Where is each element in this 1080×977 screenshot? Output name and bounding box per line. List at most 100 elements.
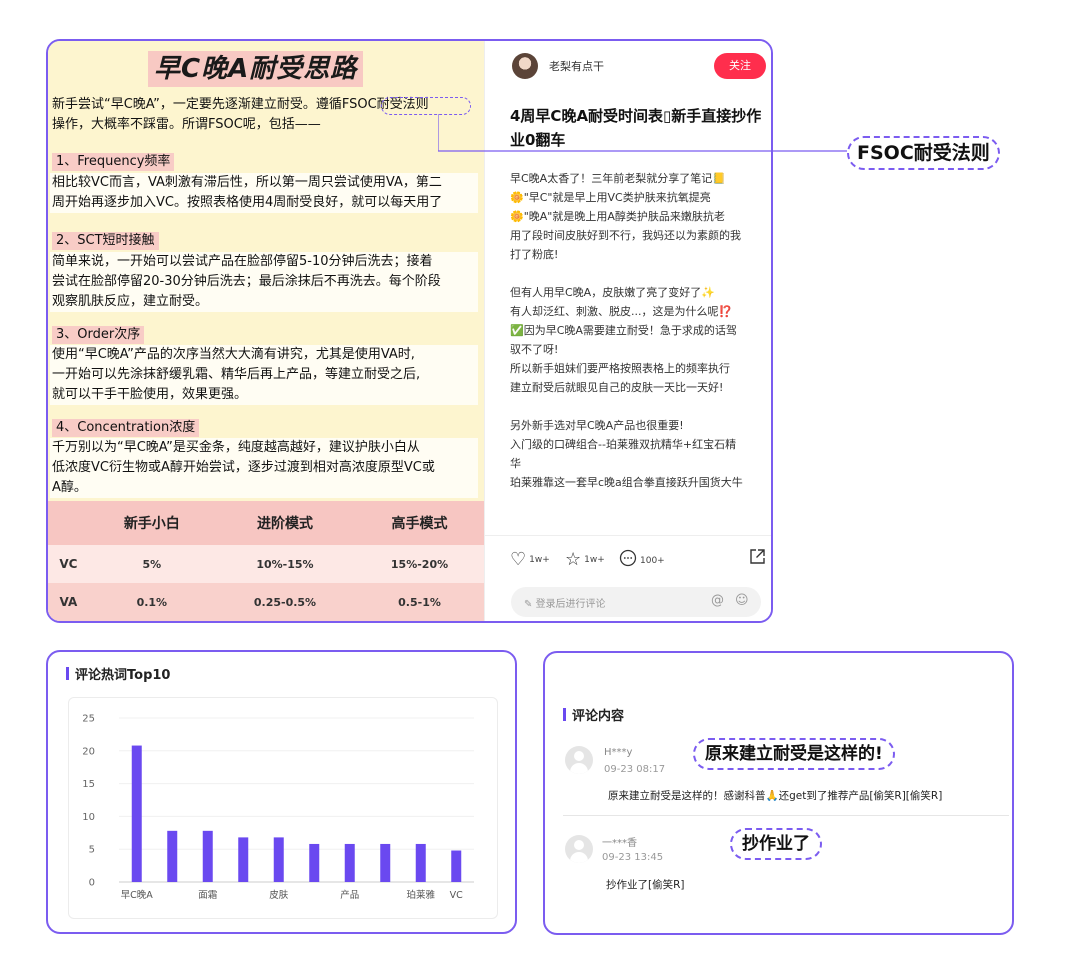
- post-body-line: 珀莱雅靠这一套早c晚a组合拳直接跃升国货大牛: [510, 476, 743, 489]
- chart-bar: [309, 843, 320, 882]
- comments-title-text: 评论内容: [572, 709, 625, 724]
- section-line: 使用“早C晚A”产品的次序当然大大滴有讲究，尤其是使用VA时,: [52, 347, 415, 362]
- table-cell: VA: [48, 583, 89, 621]
- comment-placeholder-text: 登录后进行评论: [535, 599, 606, 610]
- chart-bar: [451, 850, 462, 882]
- post-body-line: 打了粉底!: [510, 248, 559, 261]
- table-cell: VC: [48, 545, 89, 583]
- divider: [563, 815, 1009, 816]
- comment-placeholder: ✎ 登录后进行评论: [524, 599, 606, 610]
- comment-input[interactable]: ✎ 登录后进行评论 @ ☺: [511, 587, 761, 617]
- divider: [485, 535, 771, 536]
- y-tick-label: 25: [82, 714, 95, 725]
- post-title-line: 4周早C晚A耐受时间表▯新手直接抄作: [510, 107, 762, 125]
- chart-title-text: 评论热词Top10: [75, 668, 171, 683]
- x-tick-label: 早C晚A: [121, 890, 154, 901]
- concentration-table: 新手小白 进阶模式 高手模式 VC 5% 10%-15% 15%-20% VA …: [48, 501, 484, 621]
- table-header-row: 新手小白 进阶模式 高手模式: [48, 501, 484, 545]
- post-body-line: 所以新手姐妹们要严格按照表格上的频率执行: [510, 362, 730, 375]
- collect-button[interactable]: ☆ 1w+: [565, 549, 605, 570]
- section-line: A醇。: [52, 480, 87, 495]
- comment-date: 09-23 08:17: [604, 764, 666, 775]
- section-body-frequency: 相比较VC而言，VA刺激有滞后性，所以第一周只尝试使用VA，第二 周开始再逐步加…: [50, 173, 478, 213]
- y-tick-label: 5: [89, 845, 95, 856]
- follow-button[interactable]: 关注: [714, 53, 766, 79]
- chart-bar: [380, 843, 391, 882]
- table-row: VA 0.1% 0.25-0.5% 0.5-1%: [48, 583, 484, 621]
- comment-highlight-bubble: 抄作业了: [730, 828, 822, 860]
- post-body-spacer: [510, 397, 768, 416]
- section-head-frequency: 1、Frequency频率: [52, 153, 175, 171]
- section-body-order: 使用“早C晚A”产品的次序当然大大滴有讲究，尤其是使用VA时, 一开始可以先涂抹…: [50, 345, 478, 405]
- title-accent-bar: [66, 667, 69, 680]
- post-body-line: 🌼"早C"就是早上用VC类护肤来抗氧提亮: [510, 191, 711, 204]
- section-line: 尝试在脸部停留20-30分钟后洗去；最后涂抹后不再洗去。每个阶段: [52, 274, 441, 289]
- table-cell: 5%: [88, 545, 215, 583]
- table-cell: 15%-20%: [355, 545, 484, 583]
- post-body-line: ✅因为早C晚A需要建立耐受！急于求成的话驾: [510, 324, 737, 337]
- x-tick-label: 皮肤: [269, 889, 289, 901]
- section-head-order: 3、Order次序: [52, 326, 145, 344]
- post-body-line: 但有人用早C晚A，皮肤嫩了亮了变好了✨: [510, 286, 715, 299]
- comment-button[interactable]: 100+: [619, 549, 665, 572]
- x-tick-label: 产品: [340, 889, 359, 901]
- table-header-cell: 高手模式: [355, 501, 484, 545]
- comment-bubble-icon: [619, 549, 637, 572]
- author-avatar[interactable]: [512, 53, 538, 79]
- comment-text: 抄作业了[偷笑R]: [606, 879, 685, 891]
- post-detail-panel: 老梨有点干 关注 4周早C晚A耐受时间表▯新手直接抄作 业0翻车 早C晚A太香了…: [484, 41, 771, 621]
- post-title-line: 业0翻车: [510, 131, 566, 149]
- section-line: 周开始再逐步加入VC。按照表格使用4周耐受良好，就可以每天用了: [52, 195, 443, 210]
- y-tick-label: 10: [82, 812, 95, 823]
- star-icon: ☆: [565, 549, 582, 570]
- section-line: 就可以干手干脸使用，效果更强。: [52, 387, 248, 402]
- post-card: 早C晚A耐受思路 新手尝试“早C晚A”，一定要先逐渐建立耐受。遵循FSOC耐受法…: [46, 39, 773, 623]
- comment-user[interactable]: 一***香: [602, 834, 637, 849]
- chart-bar: [131, 745, 142, 882]
- chart-bar: [167, 830, 178, 882]
- post-body-spacer: [510, 264, 768, 283]
- comment-user[interactable]: H***y: [604, 747, 632, 758]
- bar-chart: 0 5 10 15 20 25 早C晚A 面霜 皮肤 产品 珀莱雅 VC: [82, 714, 474, 901]
- comments-section-title: 评论内容: [563, 705, 624, 724]
- section-body-concentration: 千万别以为“早C晚A”是买金条，纯度越高越好，建议护肤小白从 低浓度VC衍生物或…: [50, 438, 478, 498]
- post-body-line: 有人却泛红、刺激、脱皮...，这是为什么呢⁉️: [510, 305, 733, 318]
- hot-words-card: 评论热词Top10 0 5 10 15 20 25 早C晚A 面霜 皮肤 产品 珀莱雅 VC: [46, 650, 517, 934]
- section-line: 千万别以为“早C晚A”是买金条，纯度越高越好，建议护肤小白从: [52, 440, 420, 455]
- chart-container: 0 5 10 15 20 25 早C晚A 面霜 皮肤 产品 珀莱雅 VC: [68, 697, 498, 919]
- author-name[interactable]: 老梨有点干: [549, 58, 604, 74]
- table-cell: 0.25-0.5%: [214, 583, 356, 621]
- comments-card: 评论内容 H***y 09-23 08:17 原来建立耐受是这样的! 原来建立耐…: [543, 651, 1014, 935]
- chart-bar: [273, 837, 284, 882]
- collect-count: 1w+: [584, 554, 605, 565]
- at-icon[interactable]: @: [711, 593, 724, 608]
- y-tick-label: 15: [82, 779, 95, 790]
- table-header-cell: [48, 501, 89, 545]
- table-header-cell: 新手小白: [88, 501, 215, 545]
- avatar[interactable]: [565, 746, 593, 774]
- post-body-line: 建立耐受后就眼见自己的皮肤一天比一天好!: [510, 381, 724, 394]
- section-line: 简单来说，一开始可以尝试产品在脸部停留5-10分钟后洗去；接着: [52, 254, 433, 269]
- fsoc-highlight-marker: [381, 97, 471, 115]
- emoji-icon[interactable]: ☺: [735, 593, 749, 608]
- share-icon[interactable]: [749, 548, 766, 570]
- post-body-line: 驭不了呀!: [510, 343, 559, 356]
- like-count: 1w+: [529, 554, 550, 565]
- fsoc-callout-bubble: FSOC耐受法则: [847, 136, 1000, 170]
- chart-bar: [238, 837, 249, 882]
- avatar[interactable]: [565, 835, 593, 863]
- post-body: 早C晚A太香了！三年前老梨就分享了笔记📒 🌼"早C"就是早上用VC类护肤来抗氧提…: [510, 169, 768, 525]
- chart-section-title: 评论热词Top10: [66, 664, 170, 683]
- note-image[interactable]: 早C晚A耐受思路 新手尝试“早C晚A”，一定要先逐渐建立耐受。遵循FSOC耐受法…: [48, 41, 484, 621]
- section-line: 低浓度VC衍生物或A醇开始尝试，逐步过渡到相对高浓度原型VC或: [52, 460, 435, 475]
- note-intro-line: 操作，大概率不踩雷。所谓FSOC呢，包括——: [52, 117, 321, 132]
- comment-highlight-bubble: 原来建立耐受是这样的!: [693, 738, 895, 770]
- table-header-cell: 进阶模式: [214, 501, 356, 545]
- comment-count: 100+: [640, 555, 665, 566]
- post-body-line: 早C晚A太香了！三年前老梨就分享了笔记📒: [510, 172, 726, 185]
- post-body-line: 另外新手选对早C晚A产品也很重要!: [510, 419, 684, 432]
- y-tick-label: 20: [82, 746, 95, 757]
- like-button[interactable]: ♡ 1w+: [510, 549, 550, 570]
- heart-icon: ♡: [510, 549, 527, 570]
- title-accent-bar: [563, 708, 566, 721]
